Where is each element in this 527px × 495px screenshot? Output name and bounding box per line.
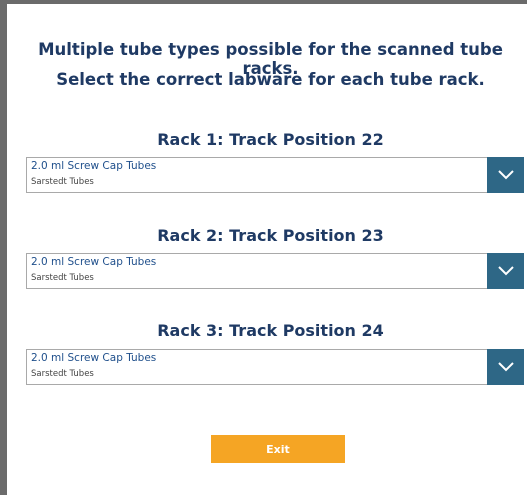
rack-1-selected-labware: 2.0 ml Screw Cap Tubes: [31, 160, 157, 172]
rack-2-labware-subtitle: Sarstedt Tubes: [31, 273, 94, 283]
rack-1-labware-select[interactable]: 2.0 ml Screw Cap Tubes Sarstedt Tubes: [26, 157, 524, 193]
rack-3-title: Rack 3: Track Position 24: [157, 321, 384, 340]
rack-1-labware-subtitle: Sarstedt Tubes: [31, 177, 94, 187]
rack-3-selected-labware: 2.0 ml Screw Cap Tubes: [31, 352, 157, 364]
chevron-down-icon: [497, 362, 514, 372]
rack-3-dropdown-button[interactable]: [487, 349, 524, 385]
dialog-heading-line2: Select the correct labware for each tube…: [56, 70, 485, 89]
chevron-down-icon: [497, 170, 514, 180]
rack-3-labware-subtitle: Sarstedt Tubes: [31, 369, 94, 379]
rack-2-labware-select[interactable]: 2.0 ml Screw Cap Tubes Sarstedt Tubes: [26, 253, 524, 289]
dialog-frame: Multiple tube types possible for the sca…: [0, 0, 527, 495]
rack-1-title: Rack 1: Track Position 22: [157, 130, 384, 149]
rack-2-title: Rack 2: Track Position 23: [157, 226, 384, 245]
exit-button[interactable]: Exit: [211, 435, 345, 463]
rack-2-selected-labware: 2.0 ml Screw Cap Tubes: [31, 256, 157, 268]
rack-3-labware-select[interactable]: 2.0 ml Screw Cap Tubes Sarstedt Tubes: [26, 349, 524, 385]
rack-2-dropdown-button[interactable]: [487, 253, 524, 289]
chevron-down-icon: [497, 266, 514, 276]
rack-1-dropdown-button[interactable]: [487, 157, 524, 193]
